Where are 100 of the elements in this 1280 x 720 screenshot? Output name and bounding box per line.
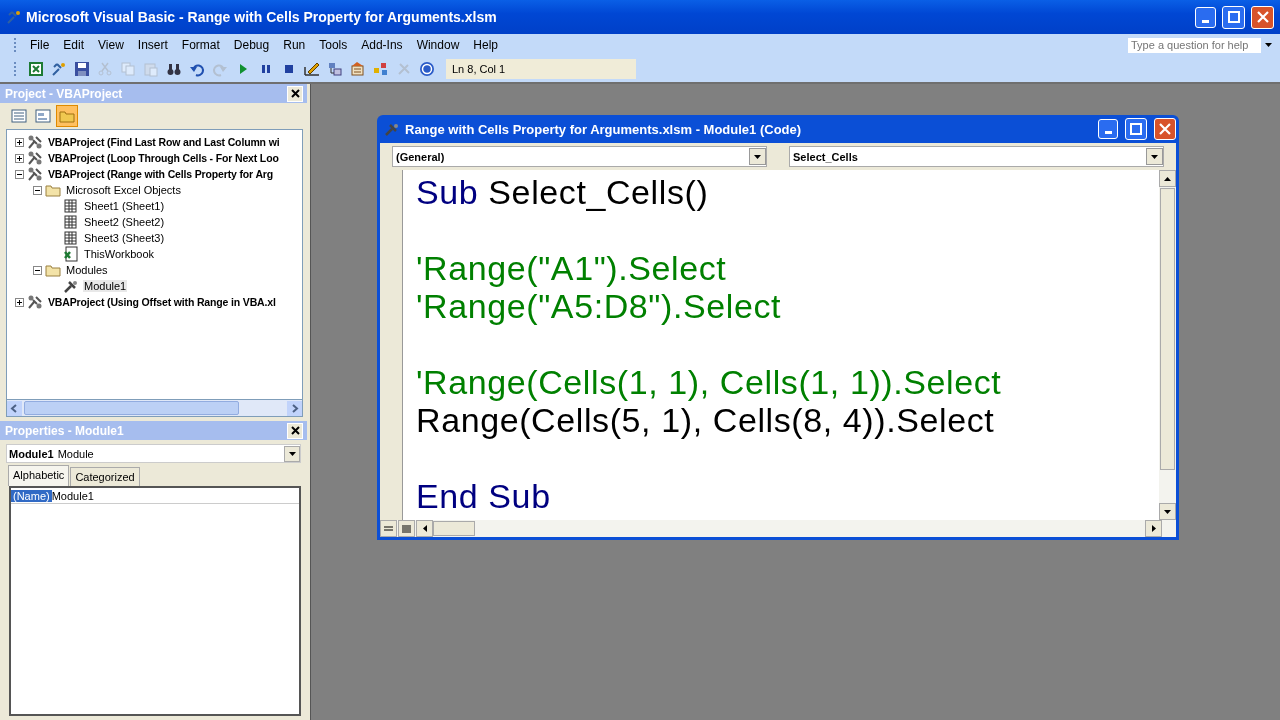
minus-icon[interactable] — [33, 265, 42, 275]
code-line: 'Range("A5:D8").Select — [416, 287, 783, 325]
menu-item[interactable]: Tools — [312, 36, 355, 54]
folder-icon — [45, 262, 61, 278]
project-icon — [27, 294, 43, 310]
lines-icon — [384, 524, 393, 533]
up-arrow-icon[interactable] — [1164, 176, 1171, 181]
plus-icon[interactable] — [15, 137, 24, 147]
maximize-button[interactable] — [1222, 5, 1245, 29]
object-dropdown[interactable]: (General) — [392, 146, 767, 167]
maximize-button[interactable] — [1125, 118, 1147, 140]
scissors-icon — [97, 61, 113, 77]
tree-item[interactable]: VBAProject (Loop Through Cells - For Next Loo — [47, 152, 280, 164]
undo-icon — [189, 61, 205, 77]
code-window-title: Range with Cells Property for Arguments.xlsm - Module1 (Code) — [405, 121, 803, 137]
minimize-icon — [1202, 19, 1209, 23]
tree-item[interactable]: Modules — [65, 264, 109, 276]
save-icon — [74, 61, 90, 77]
help-search-field[interactable]: Type a question for help — [1127, 36, 1262, 54]
minus-icon[interactable] — [15, 169, 24, 179]
code-line: Sub Select_Cells() — [416, 173, 710, 211]
menu-item[interactable]: Debug — [226, 36, 277, 54]
object-name: Module1 — [9, 447, 54, 460]
horizontal-scrollbar[interactable] — [6, 400, 303, 417]
menu-item[interactable]: Add-Ins — [354, 36, 410, 54]
paste-icon — [143, 61, 159, 77]
project-icon — [27, 166, 43, 182]
tree-item[interactable]: Sheet1 (Sheet1) — [83, 200, 166, 212]
tree-item[interactable]: Sheet3 (Sheet3) — [83, 232, 166, 244]
help-icon — [419, 61, 435, 77]
sheet-icon — [63, 198, 79, 214]
tree-item[interactable]: VBAProject (Find Last Row and Last Column wi — [47, 136, 281, 148]
project-icon — [27, 150, 43, 166]
close-icon — [1256, 11, 1269, 23]
procedure-view-button[interactable] — [380, 520, 397, 537]
code-line: 'Range("A1").Select — [416, 249, 728, 287]
sheet-icon — [63, 230, 79, 246]
scroll-thumb[interactable] — [433, 521, 475, 536]
menu-item[interactable]: Help — [466, 36, 505, 54]
close-button[interactable] — [287, 422, 303, 439]
caret-icon — [1151, 154, 1158, 159]
toggle-folders-button[interactable] — [56, 105, 78, 127]
caret-icon — [1264, 43, 1272, 47]
tree-item[interactable]: VBAProject (Range with Cells Property for Arg — [47, 168, 275, 180]
down-arrow-icon[interactable] — [1164, 509, 1171, 514]
lines-icon — [402, 524, 411, 533]
tree-item[interactable]: Sheet2 (Sheet2) — [83, 216, 166, 228]
plus-icon[interactable] — [15, 153, 24, 163]
tab[interactable]: Categorized — [70, 467, 140, 486]
horizontal-scrollbar[interactable] — [416, 520, 1162, 537]
property-name[interactable]: (Name) — [11, 489, 52, 502]
menu-item[interactable]: Format — [174, 36, 227, 54]
close-button[interactable] — [287, 85, 303, 102]
menu-item[interactable]: Edit — [56, 36, 92, 54]
minimize-icon — [1104, 131, 1112, 134]
maximize-icon — [1227, 11, 1240, 23]
properties-icon — [350, 61, 366, 77]
menu-item[interactable]: View — [91, 36, 131, 54]
cursor-position: Ln 8, Col 1 — [446, 59, 636, 79]
object-type: Module — [57, 447, 94, 460]
excel-button[interactable] — [26, 59, 46, 79]
tree-item[interactable]: Module1 — [83, 280, 128, 292]
object-dropdown[interactable]: Module1 Module — [6, 444, 301, 463]
close-icon — [290, 426, 300, 435]
menu-item[interactable]: Run — [276, 36, 313, 54]
right-arrow-icon[interactable] — [1151, 525, 1156, 532]
pane-title: Project - VBAProject — [5, 86, 123, 101]
property-value[interactable]: Module1 — [51, 489, 94, 502]
code-line: Range(Cells(5, 1), Cells(8, 4)).Select — [416, 401, 996, 439]
sheet-icon — [63, 214, 79, 230]
minimize-button[interactable] — [1098, 119, 1118, 139]
close-button[interactable] — [1251, 5, 1274, 29]
close-icon — [290, 89, 300, 98]
redo-icon — [212, 61, 228, 77]
tree-item[interactable]: ThisWorkbook — [83, 248, 156, 260]
tree-item[interactable]: Microsoft Excel Objects — [65, 184, 182, 196]
plus-icon[interactable] — [15, 297, 24, 307]
maximize-icon — [1130, 123, 1142, 135]
scroll-left-icon[interactable] — [7, 400, 22, 416]
menu-item[interactable]: Window — [409, 36, 467, 54]
scroll-right-icon[interactable] — [287, 400, 302, 416]
minus-icon[interactable] — [33, 185, 42, 195]
left-arrow-icon[interactable] — [422, 525, 427, 532]
form-view-icon — [35, 108, 51, 124]
ruler-pencil-icon — [304, 61, 320, 77]
procedure-dropdown[interactable]: Select_Cells — [789, 146, 1164, 167]
caret-icon — [754, 154, 761, 159]
project-icon — [327, 61, 343, 77]
tab[interactable]: Alphabetic — [8, 465, 70, 486]
objects-icon — [373, 61, 389, 77]
code-line: End Sub — [416, 477, 552, 515]
menu-item[interactable]: File — [23, 36, 57, 54]
menu-item[interactable]: Insert — [130, 36, 175, 54]
module-view-button[interactable] — [398, 520, 415, 537]
tree-item[interactable]: VBAProject (Using Offset with Range in VBA.xl — [47, 296, 277, 308]
save-button[interactable] — [72, 59, 92, 79]
excel-icon — [28, 61, 44, 77]
help-button[interactable] — [417, 59, 437, 79]
vertical-scrollbar[interactable] — [1159, 170, 1176, 520]
minimize-button[interactable] — [1195, 6, 1216, 28]
